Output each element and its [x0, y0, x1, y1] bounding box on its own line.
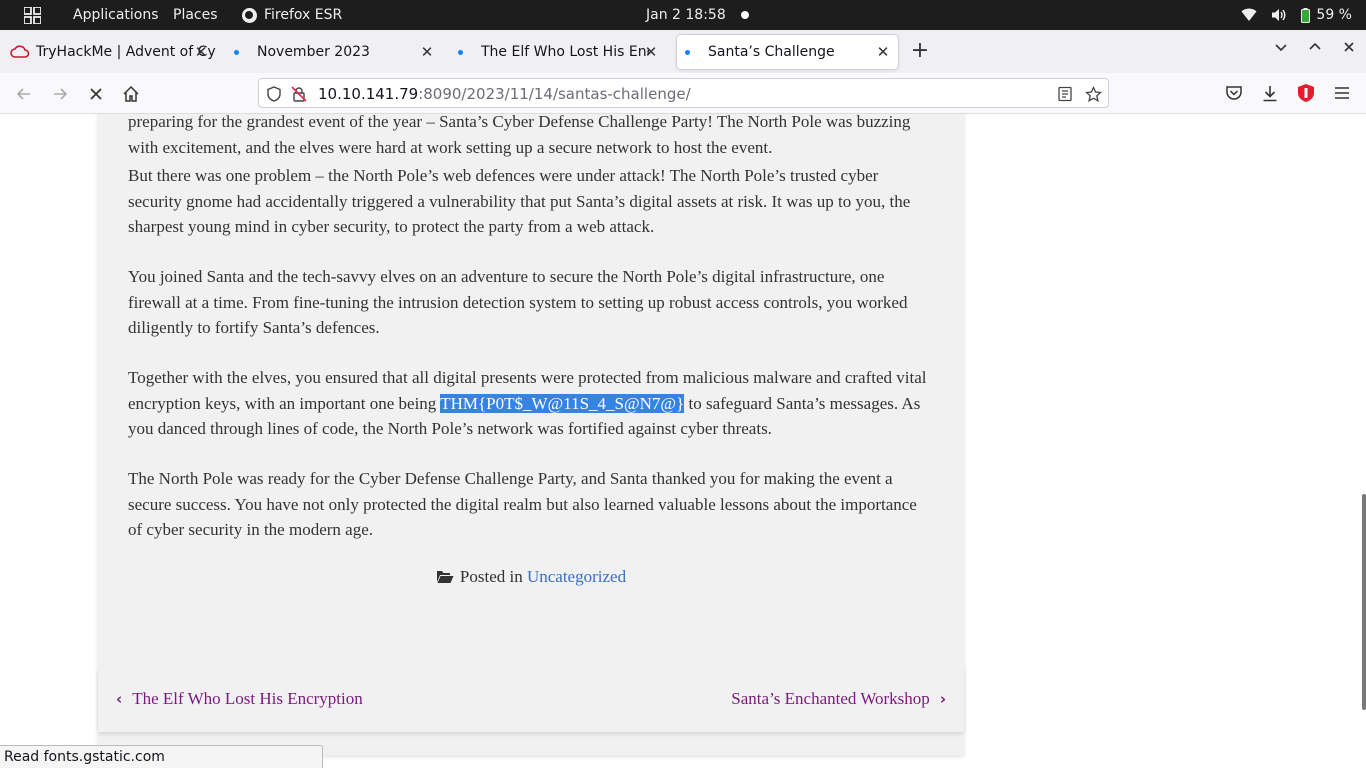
tab-strip: TryHackMe | Advent of Cy ✕ November 2023…	[0, 30, 1366, 73]
tab-title: The Elf Who Lost His Encr	[481, 44, 649, 60]
battery-icon	[1301, 7, 1311, 23]
tab-title: Santa’s Challenge	[708, 44, 835, 60]
tab-title: TryHackMe | Advent of Cy	[36, 44, 216, 60]
folder-open-icon	[436, 571, 454, 583]
extension-ublock-icon[interactable]	[1295, 82, 1317, 104]
url-path: :8090/2023/11/14/santas-challenge/	[418, 85, 691, 103]
pocket-icon[interactable]	[1223, 82, 1245, 104]
tracking-shield-icon[interactable]	[265, 85, 283, 103]
close-tab-icon[interactable]: ✕	[642, 43, 660, 61]
category-link[interactable]: Uncategorized	[527, 567, 626, 586]
previous-post-title: The Elf Who Lost His Encryption	[132, 689, 363, 708]
loading-dot-icon	[685, 49, 690, 55]
reader-view-icon[interactable]	[1056, 85, 1074, 103]
firefox-icon	[242, 7, 257, 23]
downloads-icon[interactable]	[1259, 82, 1281, 104]
posted-in-label: Posted in	[459, 567, 523, 586]
url-host: 10.10.141.79	[318, 85, 419, 103]
paragraph-5: The North Pole was ready for the Cyber D…	[128, 469, 917, 539]
loading-dot-icon	[234, 49, 239, 55]
paragraph-2: But there was one problem – the North Po…	[128, 166, 911, 236]
post-category-meta: Posted in Uncategorized	[98, 567, 964, 587]
tab-november-2023[interactable]: November 2023 ✕	[228, 35, 442, 69]
system-top-bar: Applications Places Firefox ESR Jan 2 18…	[0, 0, 1366, 30]
paragraph-4: Together with the elves, you ensured tha…	[128, 365, 934, 442]
applications-menu[interactable]: Applications	[73, 0, 159, 30]
chevron-left-icon: ‹	[116, 690, 123, 708]
previous-post-link[interactable]: ‹ The Elf Who Lost His Encryption	[116, 689, 363, 709]
activities-grid-icon[interactable]	[24, 0, 42, 30]
navigation-toolbar: 10.10.141.79:8090/2023/11/14/santas-chal…	[0, 73, 1366, 114]
tab-title: November 2023	[257, 44, 370, 60]
post-article: preparing for the grandest event of the …	[98, 114, 964, 755]
active-app-menu[interactable]: Firefox ESR	[242, 0, 342, 30]
list-tabs-chevron-down-icon[interactable]	[1274, 40, 1288, 58]
hamburger-menu-icon[interactable]	[1331, 82, 1353, 104]
tab-santas-challenge[interactable]: Santa’s Challenge ✕	[677, 35, 898, 69]
window-controls	[1274, 40, 1356, 58]
volume-icon	[1272, 9, 1286, 21]
address-bar[interactable]: 10.10.141.79:8090/2023/11/14/santas-chal…	[258, 78, 1109, 108]
home-icon[interactable]	[119, 82, 143, 106]
next-post-link[interactable]: Santa’s Enchanted Workshop ›	[731, 689, 946, 709]
url-text[interactable]: 10.10.141.79:8090/2023/11/14/santas-chal…	[318, 85, 691, 103]
battery-percent: 59 %	[1316, 7, 1352, 23]
paragraph-1: preparing for the grandest event of the …	[128, 114, 911, 157]
page-viewport: preparing for the grandest event of the …	[0, 114, 1366, 768]
back-arrow-icon[interactable]	[12, 82, 36, 106]
tab-tryhackme[interactable]: TryHackMe | Advent of Cy ✕	[6, 35, 216, 69]
maximize-chevron-up-icon[interactable]	[1308, 40, 1322, 58]
status-bar-link-preview: Read fonts.gstatic.com	[0, 745, 323, 768]
close-window-icon[interactable]	[1342, 40, 1356, 58]
loading-dot-icon	[458, 49, 463, 55]
page-scrollbar[interactable]	[1362, 494, 1366, 710]
forward-arrow-icon[interactable]	[48, 82, 72, 106]
next-post-title: Santa’s Enchanted Workshop	[731, 689, 930, 708]
selected-flag-text[interactable]: THM{P0T$_W@11S_4_S@N7@}	[440, 393, 685, 413]
tab-elf-encryption[interactable]: The Elf Who Lost His Encr ✕	[452, 35, 666, 69]
notification-dot-icon	[741, 0, 749, 30]
new-tab-plus-icon[interactable]: +	[908, 40, 932, 62]
insecure-lock-icon[interactable]	[290, 85, 308, 103]
wifi-icon	[1241, 8, 1257, 21]
post-navigation: ‹ The Elf Who Lost His Encryption Santa’…	[98, 668, 964, 732]
close-tab-icon[interactable]: ✕	[192, 43, 210, 61]
paragraph-3: You joined Santa and the tech-savvy elve…	[128, 267, 908, 337]
active-app-label: Firefox ESR	[264, 7, 343, 23]
stop-loading-icon[interactable]	[84, 82, 108, 106]
clock[interactable]: Jan 2 18:58	[646, 0, 726, 30]
tryhackme-cloud-icon	[10, 45, 30, 58]
close-tab-icon[interactable]: ✕	[418, 43, 436, 61]
chevron-right-icon: ›	[939, 690, 946, 708]
close-tab-icon[interactable]: ✕	[874, 43, 892, 61]
system-status-menu[interactable]: 59 %	[1241, 0, 1352, 30]
bookmark-star-icon[interactable]	[1084, 85, 1102, 103]
places-menu[interactable]: Places	[173, 0, 218, 30]
